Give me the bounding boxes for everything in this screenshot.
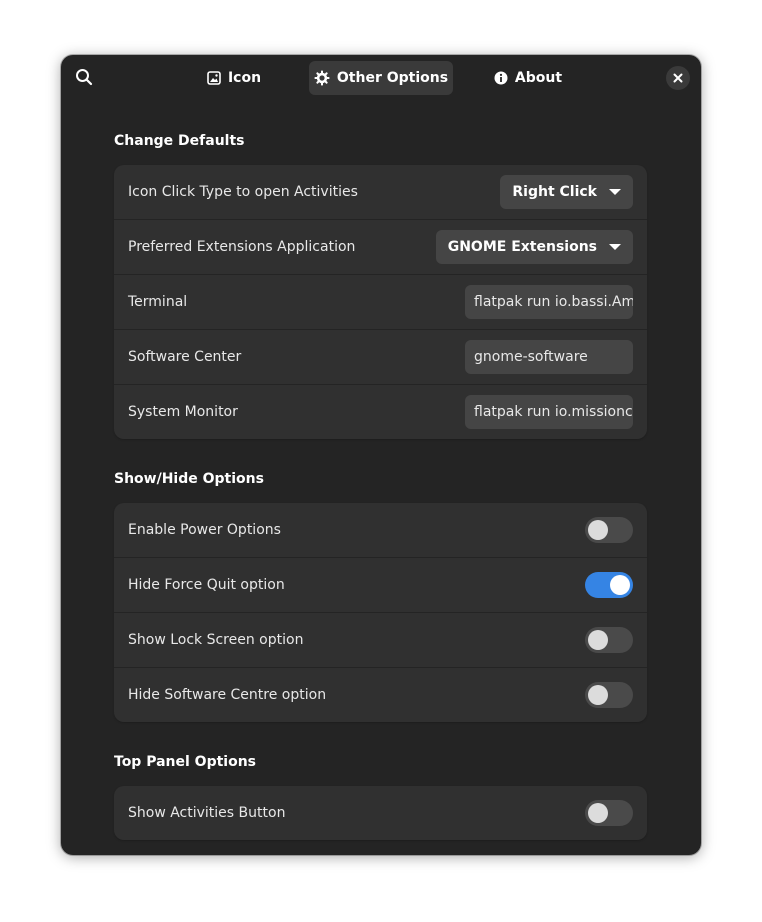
system-monitor-field[interactable]: flatpak run io.missioncenter.MissionCent… bbox=[465, 395, 633, 429]
row-enable-power-options: Enable Power Options bbox=[114, 503, 647, 558]
extensions-app-dropdown[interactable]: GNOME Extensions bbox=[435, 230, 633, 264]
row-preferred-extensions-app: Preferred Extensions Application GNOME E… bbox=[114, 220, 647, 275]
row-label: Software Center bbox=[128, 349, 242, 365]
preferences-window: Icon Other Options About Change Defaults… bbox=[61, 55, 701, 855]
tab-other-options[interactable]: Other Options bbox=[309, 61, 453, 95]
row-system-monitor: System Monitor flatpak run io.missioncen… bbox=[114, 385, 647, 439]
row-show-activities-button: Show Activities Button bbox=[114, 786, 647, 840]
tab-about[interactable]: About bbox=[489, 61, 567, 95]
row-label: Terminal bbox=[128, 294, 188, 310]
power-options-toggle[interactable] bbox=[585, 517, 633, 543]
row-label: System Monitor bbox=[128, 404, 238, 420]
row-label: Preferred Extensions Application bbox=[128, 239, 356, 255]
toggle-knob bbox=[588, 803, 608, 823]
row-icon-click-type: Icon Click Type to open Activities Right… bbox=[114, 165, 647, 220]
row-label: Show Activities Button bbox=[128, 805, 286, 821]
row-label: Enable Power Options bbox=[128, 522, 281, 538]
row-hide-force-quit: Hide Force Quit option bbox=[114, 558, 647, 613]
force-quit-toggle[interactable] bbox=[585, 572, 633, 598]
info-icon bbox=[494, 71, 508, 85]
change-defaults-group: Icon Click Type to open Activities Right… bbox=[114, 165, 647, 439]
tab-icon-label: Icon bbox=[227, 70, 262, 86]
close-icon bbox=[673, 73, 683, 83]
show-hide-group: Enable Power Options Hide Force Quit opt… bbox=[114, 503, 647, 722]
toggle-knob bbox=[610, 575, 630, 595]
software-centre-toggle[interactable] bbox=[585, 682, 633, 708]
close-button[interactable] bbox=[666, 66, 690, 90]
row-label: Hide Software Centre option bbox=[128, 687, 327, 703]
header-bar: Icon Other Options About bbox=[61, 55, 701, 101]
gear-icon bbox=[314, 70, 330, 86]
chevron-down-icon bbox=[609, 189, 621, 195]
section-title-top-panel: Top Panel Options bbox=[114, 754, 257, 770]
row-show-lock-screen: Show Lock Screen option bbox=[114, 613, 647, 668]
tab-other-options-label: Other Options bbox=[336, 70, 449, 86]
software-center-field[interactable]: gnome-software bbox=[465, 340, 633, 374]
terminal-field[interactable]: flatpak run io.bassi.Amberol bbox=[465, 285, 633, 319]
section-title-change-defaults: Change Defaults bbox=[114, 133, 245, 149]
view-switcher: Icon Other Options About bbox=[61, 61, 701, 95]
tab-about-label: About bbox=[514, 70, 563, 86]
dropdown-value: Right Click bbox=[512, 184, 597, 200]
toggle-knob bbox=[588, 685, 608, 705]
image-icon bbox=[207, 71, 221, 85]
row-terminal: Terminal flatpak run io.bassi.Amberol bbox=[114, 275, 647, 330]
toggle-knob bbox=[588, 520, 608, 540]
section-title-show-hide: Show/Hide Options bbox=[114, 471, 264, 487]
tab-icon[interactable]: Icon bbox=[195, 61, 273, 95]
row-software-center: Software Center gnome-software bbox=[114, 330, 647, 385]
row-label: Show Lock Screen option bbox=[128, 632, 304, 648]
top-panel-group: Show Activities Button bbox=[114, 786, 647, 840]
icon-click-type-dropdown[interactable]: Right Click bbox=[500, 175, 633, 209]
row-label: Icon Click Type to open Activities bbox=[128, 184, 358, 200]
activities-button-toggle[interactable] bbox=[585, 800, 633, 826]
dropdown-value: GNOME Extensions bbox=[447, 239, 597, 255]
row-hide-software-centre: Hide Software Centre option bbox=[114, 668, 647, 722]
toggle-knob bbox=[588, 630, 608, 650]
lock-screen-toggle[interactable] bbox=[585, 627, 633, 653]
chevron-down-icon bbox=[609, 244, 621, 250]
row-label: Hide Force Quit option bbox=[128, 577, 285, 593]
